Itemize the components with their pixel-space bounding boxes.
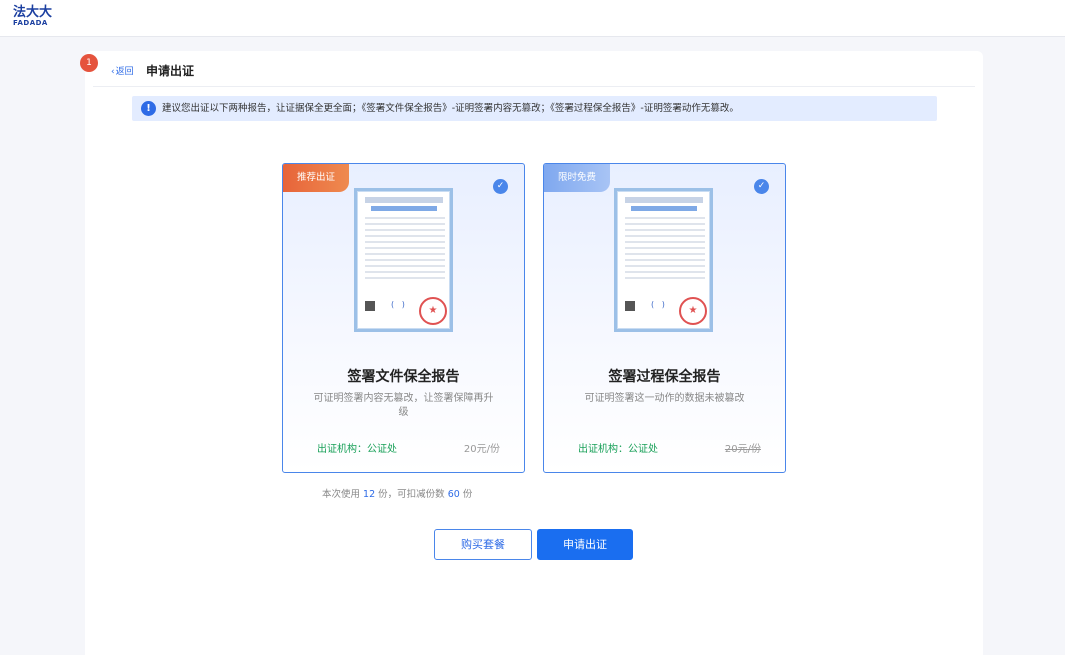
info-icon: ! [141,101,156,116]
page-title: 申请出证 [146,64,195,78]
usage-used-count: 12 [363,489,376,500]
issuing-org: 出证机构：公证处 [578,444,658,455]
report-thumbnail: ( ) ★ [354,188,453,332]
checkmark-icon[interactable]: ✓ [493,179,508,194]
notification-badge[interactable]: 1 [80,54,98,72]
report-card-process[interactable]: 限时免费 ✓ ( ) ★ 签署过程保全报告 可证明签署这一动作的数据未被篡改 出… [543,163,786,473]
usage-summary: 本次使用 12 份，可扣减份数 60 份 [322,486,472,500]
back-label: 返回 [115,67,134,77]
fadada-logo[interactable]: 法大大 FADADA [13,6,52,27]
doc-lines [365,217,445,283]
checkmark-icon[interactable]: ✓ [754,179,769,194]
card-price: 20元/份 [463,444,500,455]
usage-suffix: 份 [462,489,473,500]
tip-banner: ! 建议您出证以下两种报告，让证据保全更全面；《签署文件保全报告》-证明签署内容… [132,96,937,121]
apply-certificate-button[interactable]: 申请出证 [537,529,633,560]
doc-subheader [631,206,697,211]
doc-header [365,197,443,203]
card-description: 可证明签署这一动作的数据未被篡改 [584,393,745,404]
tip-text: 建议您出证以下两种报告，让证据保全更全面；《签署文件保全报告》-证明签署内容无篡… [162,103,739,114]
usage-middle: 份，可扣减份数 [378,489,445,500]
top-bar: 法大大 FADADA [0,0,1065,37]
chevron-left-icon: ‹ [111,67,115,77]
main-panel [85,51,983,655]
doc-bracket: ( ) [651,300,665,309]
seal-stamp-icon: ★ [679,297,707,325]
doc-header [625,197,703,203]
logo-text-en: FADADA [13,19,48,27]
doc-bracket: ( ) [391,300,405,309]
header-divider [93,86,975,87]
usage-available-count: 60 [447,489,460,500]
doc-lines [625,217,705,283]
buy-package-button[interactable]: 购买套餐 [434,529,532,560]
seal-stamp-icon: ★ [419,297,447,325]
card-price: 20元/份 [724,444,761,455]
ribbon-recommended: 推荐出证 [283,164,350,192]
issuing-org: 出证机构：公证处 [317,444,397,455]
card-description: 可证明签署内容无篡改，让签署保障再升级 [313,393,494,418]
usage-prefix: 本次使用 [322,489,361,500]
qr-code-icon [365,301,375,311]
ribbon-free: 限时免费 [544,164,611,192]
card-title: 签署过程保全报告 [608,369,721,385]
card-title: 签署文件保全报告 [347,369,460,385]
back-link[interactable]: ‹返回 [111,64,134,77]
doc-subheader [371,206,437,211]
report-card-file[interactable]: 推荐出证 ✓ ( ) ★ 签署文件保全报告 可证明签署内容无篡改，让签署保障再升… [282,163,525,473]
report-thumbnail: ( ) ★ [614,188,713,332]
qr-code-icon [625,301,635,311]
logo-text-cn: 法大大 [13,5,53,20]
